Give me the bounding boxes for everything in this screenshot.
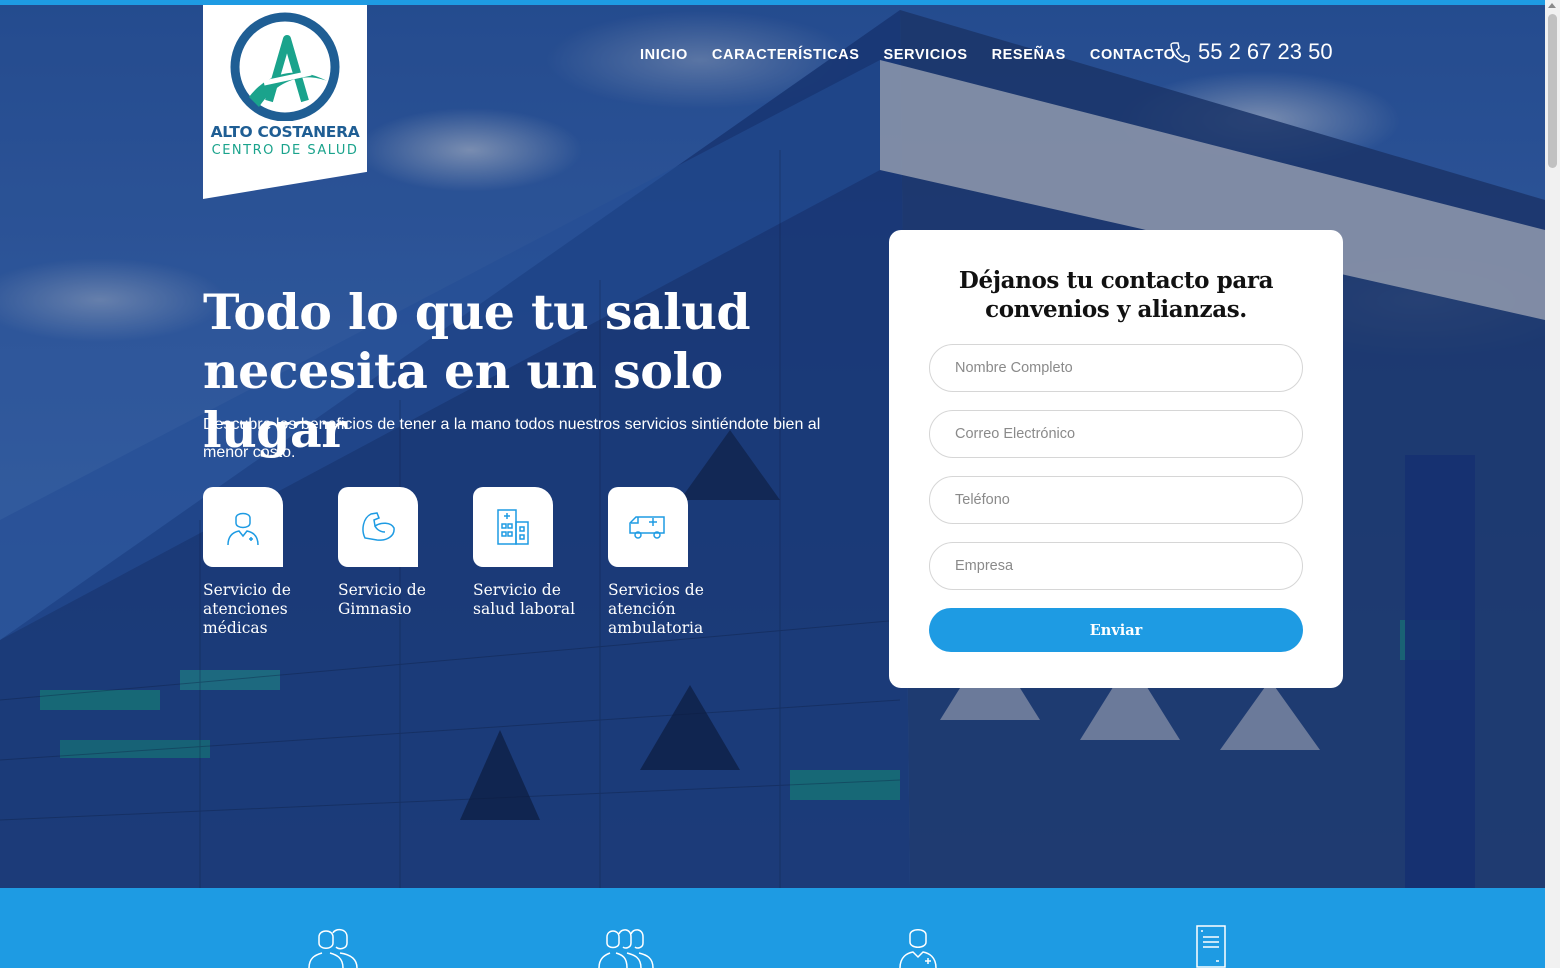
services-list: Servicio de atenciones médicas Servicio … xyxy=(203,487,743,638)
page-scrollbar[interactable] xyxy=(1545,0,1560,968)
service-label: Servicio de salud laboral xyxy=(473,581,576,618)
service-item-atencion-ambulatoria[interactable]: Servicios de atención ambulatoria xyxy=(608,487,743,638)
service-icon-box xyxy=(608,487,688,567)
group-icon xyxy=(598,929,654,968)
header-phone[interactable]: 55 2 67 23 50 xyxy=(1170,39,1333,65)
top-accent-bar xyxy=(0,0,1545,5)
ambulance-icon xyxy=(629,516,665,539)
nav-item-inicio[interactable]: INICIO xyxy=(640,47,688,63)
users-icon xyxy=(308,928,358,968)
hospital-icon xyxy=(497,509,529,545)
brand-logo[interactable]: ALTO COSTANERA CENTRO DE SALUD xyxy=(203,5,367,199)
phone-icon xyxy=(1170,42,1190,63)
phone-number: 55 2 67 23 50 xyxy=(1198,39,1333,64)
service-label: Servicio de Gimnasio xyxy=(338,581,426,618)
company-input[interactable] xyxy=(929,542,1303,590)
form-title: Déjanos tu contacto para convenios y ali… xyxy=(958,267,1274,323)
full-name-input[interactable] xyxy=(929,344,1303,392)
nav-item-resenas[interactable]: RESEÑAS xyxy=(992,47,1066,63)
scroll-up-arrow-icon[interactable] xyxy=(1548,3,1556,8)
service-label: Servicios de atención ambulatoria xyxy=(608,581,704,637)
submit-button[interactable]: Enviar xyxy=(929,608,1303,652)
nav-item-contacto[interactable]: CONTACTO xyxy=(1090,47,1176,63)
nav-item-servicios[interactable]: SERVICIOS xyxy=(883,47,967,63)
service-item-salud-laboral[interactable]: Servicio de salud laboral xyxy=(473,487,608,638)
service-icon-box xyxy=(473,487,553,567)
contact-form: Déjanos tu contacto para convenios y ali… xyxy=(889,230,1343,688)
doctor-icon xyxy=(899,929,937,968)
hero-subtext: Descubre los beneficios de tener a la ma… xyxy=(203,416,821,461)
logo-tagline: CENTRO DE SALUD xyxy=(211,143,359,158)
service-item-gimnasio[interactable]: Servicio de Gimnasio xyxy=(338,487,473,638)
service-item-atenciones-medicas[interactable]: Servicio de atenciones médicas xyxy=(203,487,338,638)
document-icon xyxy=(1196,925,1226,968)
email-input[interactable] xyxy=(929,410,1303,458)
main-nav: INICIO CARACTERÍSTICAS SERVICIOS RESEÑAS… xyxy=(640,47,1176,63)
doctor-icon xyxy=(227,512,259,546)
phone-input[interactable] xyxy=(929,476,1303,524)
scroll-thumb[interactable] xyxy=(1548,14,1557,168)
service-icon-box xyxy=(203,487,283,567)
nav-item-caracteristicas[interactable]: CARACTERÍSTICAS xyxy=(712,47,860,63)
muscle-icon xyxy=(362,512,395,541)
features-band xyxy=(0,925,1545,968)
service-label: Servicio de atenciones médicas xyxy=(203,581,291,637)
service-icon-box xyxy=(338,487,418,567)
logo-title: ALTO COSTANERA xyxy=(210,123,360,141)
logo-mark-icon xyxy=(230,12,340,121)
